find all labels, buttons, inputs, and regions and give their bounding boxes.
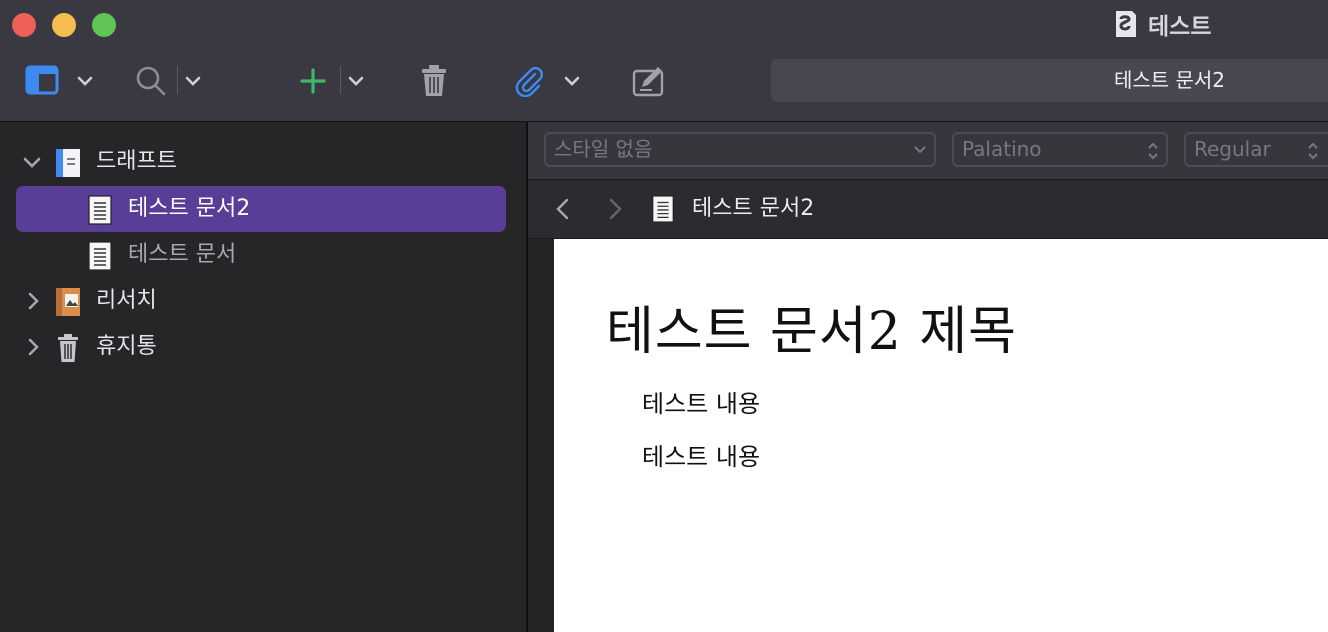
- forward-arrow-icon[interactable]: [605, 197, 625, 221]
- window-titlebar: 테스트 테스트 문서2: [0, 0, 1328, 122]
- close-window-button[interactable]: [12, 13, 36, 37]
- chevron-right-icon[interactable]: [22, 336, 44, 358]
- binder-item-draft[interactable]: 드래프트: [0, 139, 526, 185]
- binder-item-label: 테스트 문서2: [128, 196, 251, 221]
- binder-item-test-doc[interactable]: 테스트 문서: [0, 232, 526, 278]
- delete-button[interactable]: [418, 63, 450, 99]
- draft-folder-icon: [56, 149, 80, 177]
- binder-item-label: 휴지통: [96, 334, 157, 359]
- research-folder-icon: [56, 288, 80, 316]
- chevron-down-icon[interactable]: [21, 151, 43, 173]
- paperclip-icon: [515, 67, 543, 97]
- add-menu-dropdown[interactable]: [345, 70, 367, 92]
- editor-header: 테스트 문서2: [528, 180, 1328, 239]
- add-icon: [300, 68, 326, 94]
- font-family-value: Palatino: [962, 137, 1042, 161]
- binder-item-trash[interactable]: 휴지통: [0, 324, 526, 370]
- sidebar-toggle-button[interactable]: [24, 64, 60, 96]
- updown-arrows-icon: [1308, 142, 1318, 160]
- document-icon: [652, 195, 674, 223]
- search-menu-dropdown[interactable]: [182, 70, 204, 92]
- document-paragraph: 테스트 내용: [642, 390, 761, 418]
- document-icon: [88, 241, 112, 271]
- updown-arrows-icon: [1148, 142, 1158, 160]
- paragraph-style-value: 스타일 없음: [554, 137, 653, 161]
- format-bar: 스타일 없음 Palatino Regular: [528, 122, 1328, 180]
- window-title-text: 테스트: [1148, 14, 1212, 40]
- zoom-window-button[interactable]: [92, 13, 116, 37]
- binder-item-label: 드래프트: [96, 149, 177, 174]
- compose-button[interactable]: [631, 64, 667, 98]
- font-weight-value: Regular: [1194, 137, 1271, 161]
- chevron-right-icon[interactable]: [22, 290, 44, 312]
- chevron-down-icon: [77, 76, 93, 86]
- chevron-down-icon: [564, 76, 580, 86]
- back-arrow-icon[interactable]: [553, 197, 573, 221]
- window-title: 테스트: [1112, 6, 1211, 42]
- trash-icon: [422, 65, 446, 96]
- font-family-select[interactable]: Palatino: [952, 132, 1168, 167]
- attachment-menu-dropdown[interactable]: [561, 70, 583, 92]
- document-title-text: 테스트 문서2: [1113, 68, 1226, 92]
- chevron-down-icon: [914, 146, 926, 154]
- compose-icon: [632, 67, 664, 97]
- binder-item-test-doc-2[interactable]: 테스트 문서2: [0, 186, 526, 232]
- document-title-field[interactable]: 테스트 문서2: [771, 59, 1328, 102]
- search-button[interactable]: [134, 64, 168, 98]
- document-paragraph: 테스트 내용: [642, 443, 761, 471]
- document-heading: 테스트 문서2 제목: [606, 302, 1018, 362]
- attachment-button[interactable]: [512, 64, 546, 98]
- add-button[interactable]: [298, 66, 328, 96]
- sidebar-menu-dropdown[interactable]: [74, 70, 96, 92]
- binder-sidebar: 드래프트 테스트 문서2 테스트 문서 리서치 휴지통: [0, 122, 526, 632]
- sidebar-icon: [25, 65, 59, 95]
- chevron-down-icon: [348, 76, 364, 86]
- scrivener-logo-icon: [1116, 11, 1136, 37]
- trash-icon: [58, 334, 78, 362]
- editor-text-area[interactable]: 테스트 문서2 제목 테스트 내용 테스트 내용: [554, 239, 1328, 632]
- chevron-down-icon: [185, 76, 201, 86]
- minimize-window-button[interactable]: [52, 13, 76, 37]
- document-icon: [88, 195, 112, 225]
- font-weight-select[interactable]: Regular: [1184, 132, 1328, 167]
- editor-document-title: 테스트 문서2: [692, 196, 815, 221]
- binder-item-label: 테스트 문서: [128, 242, 237, 267]
- search-icon: [136, 66, 166, 96]
- binder-item-research[interactable]: 리서치: [0, 278, 526, 324]
- binder-item-label: 리서치: [96, 288, 157, 313]
- paragraph-style-select[interactable]: 스타일 없음: [544, 132, 936, 167]
- editor-gutter: [528, 239, 554, 632]
